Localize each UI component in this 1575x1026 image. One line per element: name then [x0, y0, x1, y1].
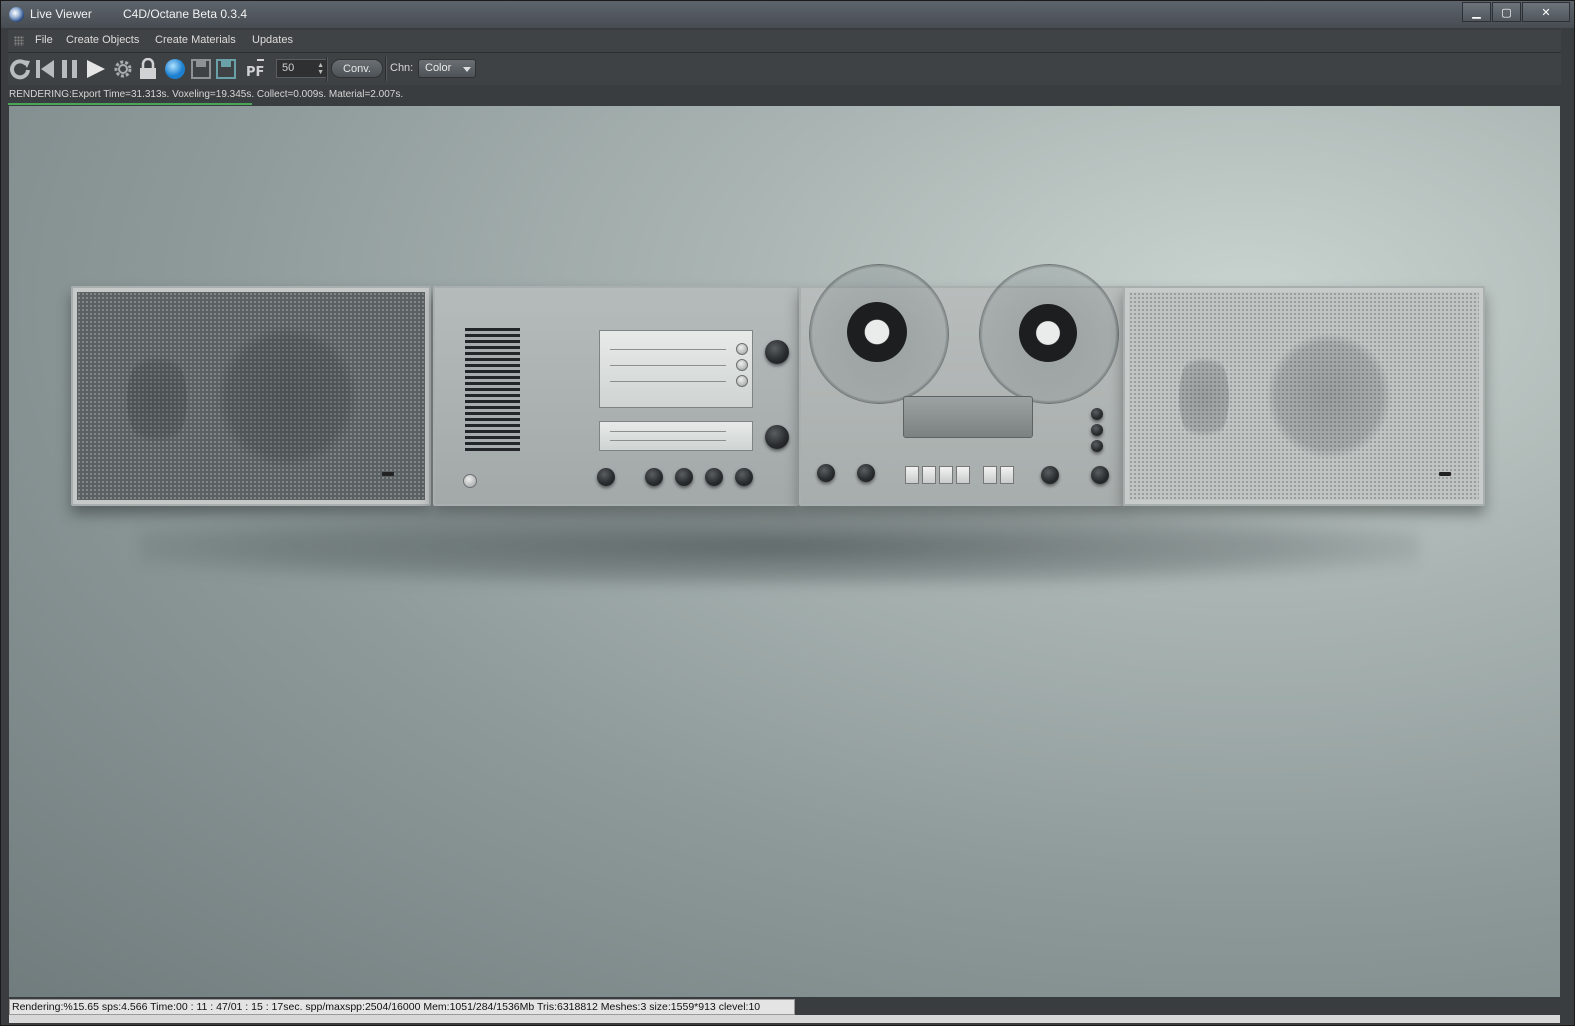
- tuner-dial: [599, 330, 753, 408]
- transport-key: [983, 466, 997, 484]
- tweeter-shadow: [127, 347, 187, 452]
- brand-logo: [1439, 472, 1451, 476]
- tuning-knob: [765, 425, 789, 449]
- deck-knob: [1041, 466, 1059, 484]
- samples-value: 50: [282, 62, 295, 74]
- woofer-shadow: [1267, 334, 1391, 458]
- bass-knob: [705, 468, 723, 486]
- band-button: [736, 359, 748, 371]
- close-button[interactable]: ✕: [1522, 2, 1570, 22]
- cinema4d-app-icon: [9, 7, 24, 22]
- sphere-preview-icon[interactable]: [163, 56, 187, 82]
- window-subtitle: C4D/Octane Beta 0.3.4: [123, 7, 248, 21]
- window-controls: ▁ ▢ ✕: [1461, 2, 1570, 22]
- tuning-knob: [765, 340, 789, 364]
- vent-grille: [465, 328, 520, 453]
- menu-updates[interactable]: Updates: [252, 34, 293, 46]
- toolbar-divider: [326, 57, 328, 81]
- render-progress-bar: [8, 103, 1561, 105]
- speaker-grille: [77, 292, 425, 500]
- brand-logo: [382, 472, 394, 476]
- menu-file[interactable]: File: [35, 34, 53, 46]
- deck-control-button: [1091, 408, 1103, 420]
- radio-receiver: [433, 286, 799, 506]
- maximize-button[interactable]: ▢: [1492, 2, 1521, 22]
- menu-bar: File Create Objects Create Materials Upd…: [8, 30, 1561, 53]
- dial-scale: [610, 365, 726, 366]
- reel-hub-left: [847, 302, 907, 362]
- dial-scale: [610, 349, 726, 350]
- band-button: [736, 343, 748, 355]
- dial-scale: [610, 381, 726, 382]
- lock-icon[interactable]: [136, 56, 160, 82]
- stepper-arrows-icon[interactable]: ▲ ▼: [317, 62, 324, 76]
- shelf-shadow: [139, 506, 1419, 586]
- woofer-shadow: [217, 327, 357, 467]
- render-stats-text: Rendering:%15.65 sps:4.566 Time:00 : 11 …: [12, 1001, 761, 1013]
- svg-text:PF: PF: [246, 65, 264, 80]
- deck-knob: [857, 464, 875, 482]
- transport-key: [905, 466, 919, 484]
- channel-label: Chn:: [390, 62, 414, 74]
- channel-value: Color: [425, 62, 452, 74]
- band-button: [736, 375, 748, 387]
- minimize-button[interactable]: ▁: [1462, 2, 1491, 22]
- save-icon[interactable]: [189, 56, 213, 82]
- chevron-down-icon: [463, 67, 471, 72]
- transport-key: [1000, 466, 1014, 484]
- transport-key: [956, 466, 970, 484]
- reel-tape-deck: [799, 264, 1125, 506]
- tape-head-plate: [903, 396, 1033, 438]
- grip-icon[interactable]: [14, 36, 24, 46]
- transport-key: [939, 466, 953, 484]
- deck-knob: [817, 464, 835, 482]
- transport-keys: [983, 466, 1014, 484]
- render-progress-fill: [8, 103, 252, 105]
- restart-icon[interactable]: [33, 56, 57, 82]
- live-viewer-window: Live Viewer C4D/Octane Beta 0.3.4 ▁ ▢ ✕ …: [0, 0, 1575, 1026]
- toolbar: PF 50 ▲ ▼ Conv. Chn: Color: [8, 53, 1561, 85]
- treble-knob: [735, 468, 753, 486]
- deck-knob: [1091, 466, 1109, 484]
- window-bottom-edge: [9, 1015, 1560, 1023]
- transport-keys: [905, 466, 970, 484]
- secondary-dial: [599, 421, 753, 451]
- volume-knob: [645, 468, 663, 486]
- tweeter-shadow: [1179, 347, 1229, 447]
- play-icon[interactable]: [83, 56, 107, 82]
- refresh-icon[interactable]: [8, 56, 32, 82]
- selector-knob: [597, 468, 615, 486]
- settings-gear-icon[interactable]: [111, 56, 135, 82]
- window-title: Live Viewer: [30, 7, 92, 21]
- balance-knob: [675, 468, 693, 486]
- deck-control-button: [1091, 440, 1103, 452]
- transport-key: [922, 466, 936, 484]
- speaker-right: [1123, 286, 1485, 506]
- toolbar-divider: [385, 57, 387, 81]
- render-status-text: RENDERING:Export Time=31.313s. Voxeling=…: [9, 89, 404, 100]
- save-multilayer-icon[interactable]: [214, 56, 238, 82]
- title-bar[interactable]: Live Viewer C4D/Octane Beta 0.3.4 ▁ ▢ ✕: [1, 1, 1574, 28]
- render-stats-bar: Rendering:%15.65 sps:4.566 Time:00 : 11 …: [9, 999, 795, 1015]
- render-status-bar: RENDERING:Export Time=31.313s. Voxeling=…: [8, 86, 1561, 105]
- render-viewport[interactable]: [9, 106, 1560, 997]
- samples-stepper[interactable]: 50 ▲ ▼: [276, 59, 328, 78]
- dial-scale: [610, 431, 726, 432]
- conv-button[interactable]: Conv.: [331, 59, 383, 78]
- pause-icon[interactable]: [58, 56, 82, 82]
- menu-create-objects[interactable]: Create Objects: [66, 34, 139, 46]
- reel-hub-right: [1019, 304, 1077, 362]
- deck-control-button: [1091, 424, 1103, 436]
- menu-create-materials[interactable]: Create Materials: [155, 34, 236, 46]
- pf-icon[interactable]: PF: [244, 56, 268, 82]
- speaker-grille: [1129, 292, 1479, 500]
- power-button: [463, 474, 477, 488]
- dial-scale: [610, 440, 726, 441]
- speaker-left: [71, 286, 431, 506]
- channel-select[interactable]: Color: [418, 59, 476, 78]
